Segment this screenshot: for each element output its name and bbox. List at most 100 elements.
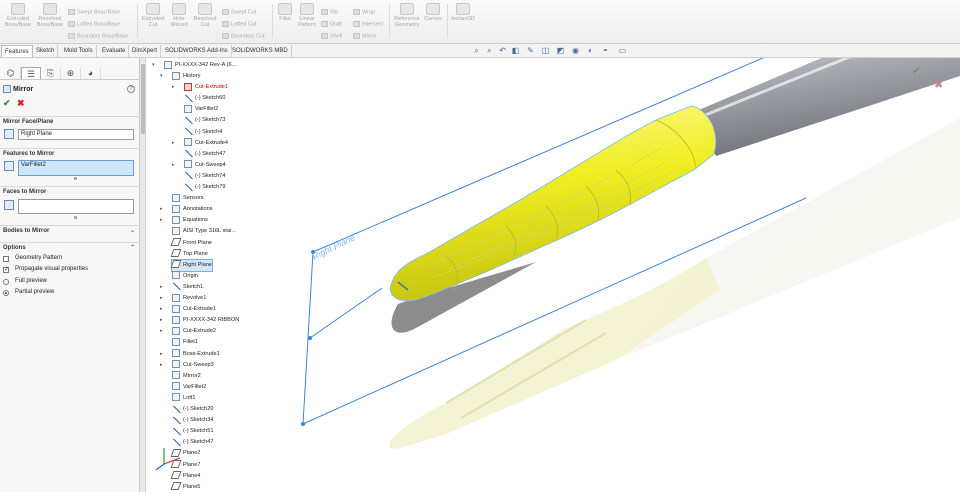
tree-item-varfillet2[interactable]: VarFillet2 bbox=[184, 104, 218, 115]
tree-item-annotations[interactable]: ▸ Annotations bbox=[160, 204, 213, 215]
feature-manager-tab-icon[interactable]: ⌬ bbox=[1, 67, 21, 79]
chevron-up-icon[interactable]: ⌃ bbox=[130, 243, 135, 254]
tree-item-aisi-type-316l-stai[interactable]: AISI Type 316L stai... bbox=[172, 226, 236, 237]
tab-mold-tools[interactable]: Mold Tools bbox=[61, 45, 97, 57]
tree-root[interactable]: ▾ PI-XXXX-342 Rev-A (6... bbox=[152, 60, 236, 71]
tree-item-plane2[interactable]: Plane2 bbox=[170, 448, 200, 459]
tab-dimxpert[interactable]: DimXpert bbox=[129, 45, 162, 57]
tree-item-cut-extrude1[interactable]: ▸ Cut-Extrude1 bbox=[172, 82, 228, 93]
graphics-area[interactable]: Right Plane ✔ ✖ bbox=[146, 18, 960, 492]
help-icon[interactable]: ? bbox=[127, 85, 135, 93]
zoom-to-fit-icon[interactable]: ⌕ bbox=[472, 46, 481, 55]
tree-item-sketch4[interactable]: (-) Sketch4 bbox=[184, 127, 222, 138]
features-to-mirror-header[interactable]: Features to Mirror bbox=[0, 148, 140, 159]
tree-item-sketch1[interactable]: ▸ Sketch1 bbox=[160, 282, 203, 293]
lofted-cut-button[interactable]: Lofted Cut bbox=[222, 21, 256, 27]
chevron-down-icon[interactable]: ⌄ bbox=[130, 226, 135, 237]
expand-icon[interactable]: ▸ bbox=[172, 82, 175, 93]
resize-handle[interactable] bbox=[74, 216, 77, 219]
tab-addins[interactable]: SOLIDWORKS Add-Ins bbox=[162, 45, 232, 57]
fillet-button[interactable]: Fillet bbox=[274, 3, 296, 22]
tab-mbd[interactable]: SOLIDWORKS MBD bbox=[229, 45, 292, 57]
lofted-boss-button[interactable]: Lofted Boss/Base bbox=[68, 21, 120, 27]
revolved-cut-button[interactable]: Revolved Cut bbox=[192, 3, 218, 28]
expand-icon[interactable]: ▸ bbox=[160, 215, 163, 226]
zoom-to-area-icon[interactable]: ⌕ bbox=[485, 46, 494, 55]
confirm-corner-ok[interactable]: ✔ bbox=[912, 64, 921, 77]
confirm-corner-cancel[interactable]: ✖ bbox=[934, 78, 943, 91]
mirror-face-plane-header[interactable]: Mirror Face/Plane bbox=[0, 116, 140, 127]
tab-sketch[interactable]: Sketch bbox=[33, 45, 59, 57]
expand-icon[interactable]: ▸ bbox=[172, 160, 175, 171]
partial-preview-radio[interactable] bbox=[3, 290, 9, 296]
tree-item-pi-xxxx-342-ribbon[interactable]: ▸ PI-XXXX-342 RIBBON bbox=[160, 315, 239, 326]
mirror-feature-highlight[interactable] bbox=[390, 105, 717, 302]
display-manager-tab-icon[interactable]: ◕ bbox=[81, 67, 101, 79]
previous-view-icon[interactable]: ↶ bbox=[498, 46, 507, 55]
tree-item-sketch73[interactable]: (-) Sketch73 bbox=[184, 115, 225, 126]
tree-item-sketch20[interactable]: (-) Sketch20 bbox=[172, 404, 213, 415]
tree-item-mirror2[interactable]: Mirror2 bbox=[172, 371, 201, 382]
scrollbar-thumb[interactable] bbox=[141, 64, 145, 134]
expand-icon[interactable]: ▸ bbox=[160, 293, 163, 304]
faces-to-mirror-header[interactable]: Faces to Mirror bbox=[0, 186, 140, 197]
section-view-icon[interactable]: ◧ bbox=[511, 46, 520, 55]
dynamic-annotation-icon[interactable]: ✎ bbox=[526, 46, 535, 55]
expand-icon[interactable]: ▸ bbox=[160, 360, 163, 371]
tree-item-sketch51[interactable]: (-) Sketch51 bbox=[172, 426, 213, 437]
tree-item-plane4[interactable]: Plane4 bbox=[170, 471, 200, 482]
dimxpert-manager-tab-icon[interactable]: ⊕ bbox=[61, 67, 81, 79]
faces-to-mirror-field[interactable] bbox=[18, 199, 134, 214]
shell-button[interactable]: Shell bbox=[321, 33, 342, 39]
features-to-mirror-field[interactable]: VarFillet2 bbox=[18, 160, 134, 176]
boundary-boss-button[interactable]: Boundary Boss/Base bbox=[68, 33, 128, 39]
collapse-icon[interactable]: ▾ bbox=[160, 71, 163, 82]
tab-features[interactable]: Features bbox=[1, 45, 33, 57]
tree-item-right-plane[interactable]: Right Plane bbox=[170, 258, 213, 272]
expand-icon[interactable]: ▸ bbox=[160, 315, 163, 326]
tree-item-sketch74[interactable]: (-) Sketch74 bbox=[184, 171, 225, 182]
tree-item-cut-sweep4[interactable]: ▸ Cut-Sweep4 bbox=[172, 160, 226, 171]
ok-button[interactable]: ✔ bbox=[3, 98, 11, 109]
geometry-pattern-checkbox[interactable] bbox=[3, 256, 9, 262]
property-manager-tab-icon[interactable]: ☰ bbox=[21, 67, 41, 79]
tree-item-sketch34[interactable]: (-) Sketch34 bbox=[172, 415, 213, 426]
bodies-to-mirror-header[interactable]: Bodies to Mirror ⌄ bbox=[0, 225, 140, 236]
tree-item-sketch79[interactable]: (-) Sketch79 bbox=[184, 182, 225, 193]
curves-button[interactable]: Curves bbox=[422, 3, 444, 22]
tree-item-cut-sweep3[interactable]: ▸ Cut-Sweep3 bbox=[160, 360, 214, 371]
mirror-plane-field[interactable]: Right Plane bbox=[18, 129, 134, 140]
tree-item-sensors[interactable]: Sensors bbox=[172, 193, 204, 204]
tree-item-revolve1[interactable]: ▸ Revolve1 bbox=[160, 293, 206, 304]
view-orientation-icon[interactable]: ◫ bbox=[541, 46, 550, 55]
extruded-boss-button[interactable]: Extruded Boss/Base bbox=[2, 3, 34, 28]
tree-item-top-plane[interactable]: Top Plane bbox=[170, 249, 208, 260]
expand-icon[interactable]: ▸ bbox=[160, 326, 163, 337]
options-header[interactable]: Options ⌃ bbox=[0, 242, 140, 253]
revolved-boss-button[interactable]: Revolved Boss/Base bbox=[34, 3, 66, 28]
tree-item-origin[interactable]: Origin bbox=[172, 271, 198, 282]
expand-icon[interactable]: ▸ bbox=[172, 138, 175, 149]
mirror-button[interactable]: Mirror bbox=[353, 33, 376, 39]
tree-item-sketch47[interactable]: (-) Sketch47 bbox=[184, 149, 225, 160]
panel-scrollbar[interactable] bbox=[140, 58, 146, 492]
display-style-icon[interactable]: ◩ bbox=[556, 46, 565, 55]
expand-icon[interactable]: ▸ bbox=[160, 204, 163, 215]
extruded-cut-button[interactable]: Extruded Cut bbox=[140, 3, 166, 28]
tree-item-plane7[interactable]: Plane7 bbox=[170, 460, 200, 471]
cancel-button[interactable]: ✖ bbox=[17, 98, 25, 109]
reference-geometry-button[interactable]: Reference Geometry bbox=[392, 3, 422, 28]
draft-button[interactable]: Draft bbox=[321, 21, 342, 27]
tree-item-history[interactable]: ▾ History bbox=[160, 71, 200, 82]
propagate-visual-checkbox[interactable]: ✓ bbox=[3, 267, 9, 273]
tree-item-sketch47[interactable]: (-) Sketch47 bbox=[172, 437, 213, 448]
view-settings-icon[interactable]: ▭ bbox=[618, 46, 627, 55]
hole-wizard-button[interactable]: Hole Wizard bbox=[166, 3, 192, 28]
edit-appearance-icon[interactable]: ◐ bbox=[586, 46, 595, 55]
tree-item-equations[interactable]: ▸ Equations bbox=[160, 215, 208, 226]
wrap-button[interactable]: Wrap bbox=[353, 9, 375, 15]
rib-button[interactable]: Rib bbox=[321, 9, 338, 15]
tree-item-cut-extrude2[interactable]: ▸ Cut-Extrude2 bbox=[160, 326, 216, 337]
tree-item-boss-extrude1[interactable]: ▸ Boss-Extrude1 bbox=[160, 349, 220, 360]
tree-item-plane5[interactable]: Plane5 bbox=[170, 482, 200, 493]
